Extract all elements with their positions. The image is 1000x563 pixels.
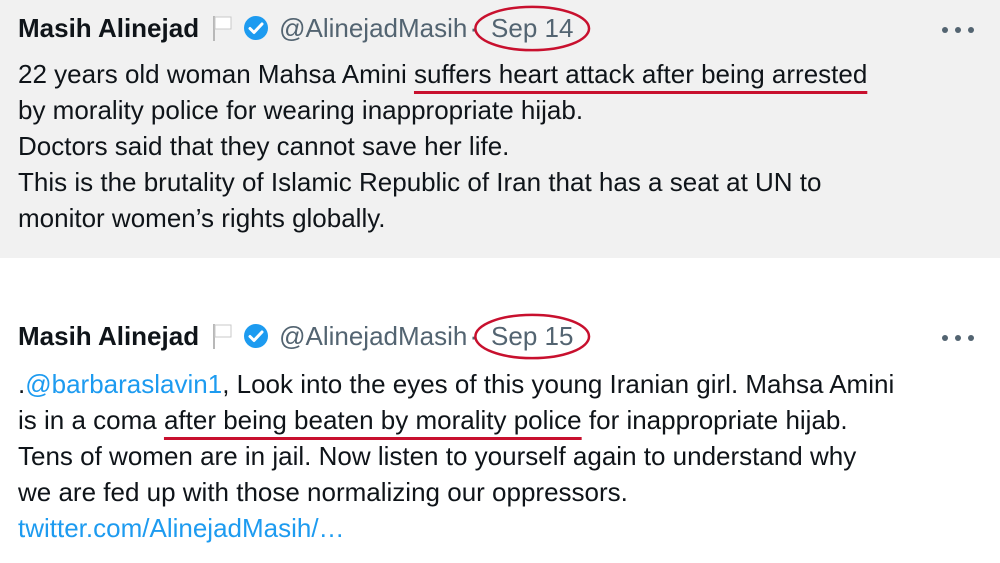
tweet-text-segment: for inappropriate hijab. [581,405,848,435]
tweet-card[interactable]: Masih Alinejad @AlinejadMasih · Sep 14 2… [0,0,1000,258]
tweet-text: .@barbaraslavin1, Look into the eyes of … [18,366,980,546]
author-name[interactable]: Masih Alinejad [18,13,199,44]
red-circle-annotation [473,311,591,362]
white-flag-icon [211,322,233,350]
white-flag-icon [211,14,233,42]
red-underlined-text: after being beaten by morality police [163,405,582,435]
tweet-line: Tens of women are in jail. Now listen to… [18,441,857,471]
tweet-text-segment: , Look into the eyes of this young Irani… [222,369,895,399]
tweet-date[interactable]: Sep 14 [481,13,583,44]
tweet-text-segment: is in a coma [18,405,164,435]
tweet-line: we are fed up with those normalizing our… [18,477,628,507]
more-options-icon[interactable] [942,22,974,38]
verified-badge-icon [243,323,269,349]
tweet-url-link[interactable]: twitter.com/AlinejadMasih/… [18,510,980,546]
tweet-line: by morality police for wearing inappropr… [18,95,584,125]
tweet-header: Masih Alinejad @AlinejadMasih · Sep 14 [18,8,583,48]
red-underlined-text: suffers heart attack after being arreste… [413,59,868,89]
mention-link[interactable]: @barbaraslavin1 [25,369,222,399]
red-circle-annotation [473,3,591,54]
tweet-line: monitor women’s rights globally. [18,203,386,233]
tweet-text-segment: 22 years old woman Mahsa Amini [18,59,414,89]
tweet-line: This is the brutality of Islamic Republi… [18,167,822,197]
author-handle[interactable]: @AlinejadMasih [279,321,467,352]
tweet-line: .@barbaraslavin1, Look into the eyes of … [18,366,980,402]
tweet-header: Masih Alinejad @AlinejadMasih · Sep 15 [18,316,583,356]
tweet-line: Doctors said that they cannot save her l… [18,131,510,161]
tweet-line: 22 years old woman Mahsa Amini suffers h… [18,56,980,92]
tweet-line: is in a coma after being beaten by moral… [18,402,980,438]
more-options-icon[interactable] [942,330,974,346]
author-name[interactable]: Masih Alinejad [18,321,199,352]
author-handle[interactable]: @AlinejadMasih [279,13,467,44]
tweet-text: 22 years old woman Mahsa Amini suffers h… [18,56,980,236]
tweet-date[interactable]: Sep 15 [481,321,583,352]
verified-badge-icon [243,15,269,41]
